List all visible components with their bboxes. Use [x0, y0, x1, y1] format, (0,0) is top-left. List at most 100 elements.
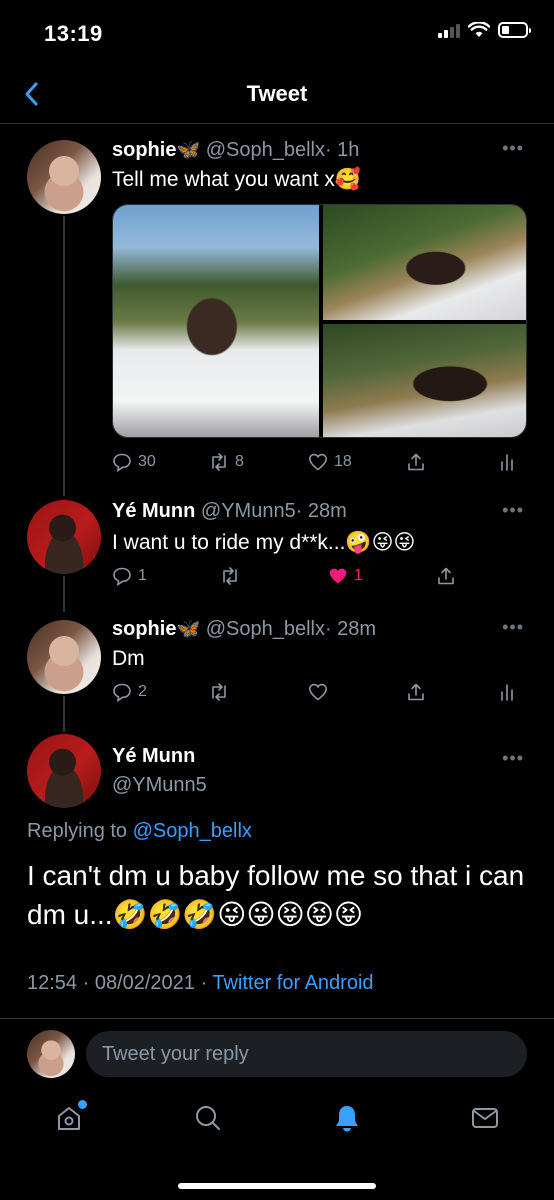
tweet-timestamp: 12:54 · 08/02/2021 · — [27, 972, 208, 994]
tweet-photo[interactable] — [323, 205, 526, 320]
heart-filled-icon — [329, 568, 347, 584]
reply-button[interactable]: 1 — [112, 566, 147, 586]
tweet-actions: 30 8 18 — [112, 452, 527, 476]
share-icon — [408, 453, 424, 471]
wifi-icon — [468, 22, 490, 37]
share-button[interactable] — [406, 452, 426, 472]
reply-icon — [113, 683, 131, 702]
tweet-photo[interactable] — [113, 205, 319, 437]
replying-to-link[interactable]: @Soph_bellx — [133, 820, 252, 842]
retweet-icon — [212, 453, 226, 471]
more-options-icon[interactable]: ••• — [502, 617, 524, 638]
tab-bar — [0, 1098, 554, 1148]
tweet-time: · 28m — [324, 618, 377, 640]
like-count: 1 — [354, 567, 363, 584]
search-icon — [196, 1106, 220, 1130]
avatar[interactable] — [27, 140, 101, 214]
reply-count: 30 — [138, 453, 156, 470]
messages-icon — [472, 1108, 498, 1128]
more-options-icon[interactable]: ••• — [502, 500, 524, 521]
tweet-text: Dm — [112, 647, 145, 670]
tab-messages[interactable] — [465, 1098, 505, 1138]
thread-line — [63, 576, 65, 612]
tweet-header: Yé Munn — [112, 745, 195, 768]
tab-search[interactable] — [188, 1098, 228, 1138]
tweet-text: Tell me what you want x🥰 — [112, 168, 362, 191]
retweet-icon — [212, 683, 226, 701]
like-button[interactable] — [308, 682, 328, 702]
tweet-text: I want u to ride my d**k...🤪😜😜 — [112, 531, 416, 554]
tweet-time: · 1h — [324, 139, 360, 161]
display-name[interactable]: Yé Munn — [112, 500, 195, 522]
like-count: 18 — [334, 453, 352, 470]
retweet-button[interactable] — [220, 566, 240, 586]
battery-icon — [498, 22, 531, 38]
analytics-button[interactable] — [497, 452, 517, 472]
user-handle[interactable]: @YMunn5 — [112, 774, 207, 796]
notification-dot — [78, 1100, 87, 1109]
notifications-icon — [336, 1106, 358, 1132]
status-icons — [438, 22, 531, 38]
reply-bar — [0, 1030, 554, 1080]
display-name[interactable]: Yé Munn — [112, 745, 195, 767]
tweet-header: sophie🦋 @Soph_bellx· 1h — [112, 138, 359, 162]
share-icon — [438, 567, 454, 585]
display-name[interactable]: sophie — [112, 618, 176, 640]
like-button[interactable]: 1 — [328, 566, 363, 586]
reply-input[interactable] — [86, 1031, 527, 1077]
reply-count: 2 — [138, 683, 147, 700]
nav-header: Tweet — [0, 66, 554, 124]
tweet-header: Yé Munn @YMunn5· 28m — [112, 500, 347, 523]
tweet-photo[interactable] — [323, 324, 526, 437]
tweet-source-link[interactable]: Twitter for Android — [212, 972, 373, 994]
retweet-button[interactable] — [209, 682, 229, 702]
thread-line — [63, 696, 65, 732]
tweet-header: sophie🦋 @Soph_bellx· 28m — [112, 617, 376, 641]
avatar[interactable] — [27, 500, 101, 574]
reply-icon — [113, 567, 131, 586]
cellular-signal-icon — [438, 22, 460, 38]
share-button[interactable] — [406, 682, 426, 702]
tweet-time: · 28m — [295, 500, 347, 522]
status-time: 13:19 — [44, 21, 103, 46]
butterfly-icon: 🦋 — [176, 619, 201, 640]
like-button[interactable]: 18 — [308, 452, 352, 472]
thread-line — [63, 216, 65, 496]
reply-button[interactable]: 2 — [112, 682, 147, 702]
share-button[interactable] — [436, 566, 456, 586]
reply-count: 1 — [138, 567, 147, 584]
user-handle[interactable]: @Soph_bellx — [206, 618, 325, 640]
tweet-meta: 12:54 · 08/02/2021 · Twitter for Android — [27, 972, 374, 995]
page-title: Tweet — [246, 81, 308, 106]
reply-button[interactable]: 30 — [112, 452, 156, 472]
replying-label: Replying to — [27, 820, 128, 842]
tab-notifications[interactable] — [327, 1098, 367, 1138]
home-indicator — [178, 1183, 376, 1189]
user-handle[interactable]: @Soph_bellx — [206, 139, 325, 161]
retweet-icon — [223, 567, 237, 585]
analytics-button[interactable] — [497, 682, 517, 702]
user-handle[interactable]: @YMunn5 — [201, 500, 296, 522]
retweet-button[interactable]: 8 — [209, 452, 244, 472]
butterfly-icon: 🦋 — [176, 140, 201, 161]
tweet-text: I can't dm u baby follow me so that i ca… — [27, 860, 525, 930]
more-options-icon[interactable]: ••• — [502, 748, 524, 769]
analytics-icon — [501, 454, 513, 471]
divider — [0, 1018, 554, 1019]
tweet-actions: 1 1 — [112, 566, 527, 590]
analytics-icon — [501, 684, 513, 701]
heart-icon — [308, 453, 328, 471]
avatar[interactable] — [27, 620, 101, 694]
retweet-count: 8 — [235, 453, 244, 470]
reply-icon — [113, 453, 131, 472]
avatar[interactable] — [27, 734, 101, 808]
display-name[interactable]: sophie — [112, 139, 176, 161]
avatar — [27, 1030, 75, 1078]
tab-home[interactable] — [49, 1098, 89, 1138]
share-icon — [408, 683, 424, 701]
more-options-icon[interactable]: ••• — [502, 138, 524, 159]
heart-icon — [308, 683, 328, 701]
status-bar: 13:19 — [0, 0, 554, 66]
media-grid — [112, 204, 527, 438]
tweet-actions: 2 — [112, 682, 527, 706]
